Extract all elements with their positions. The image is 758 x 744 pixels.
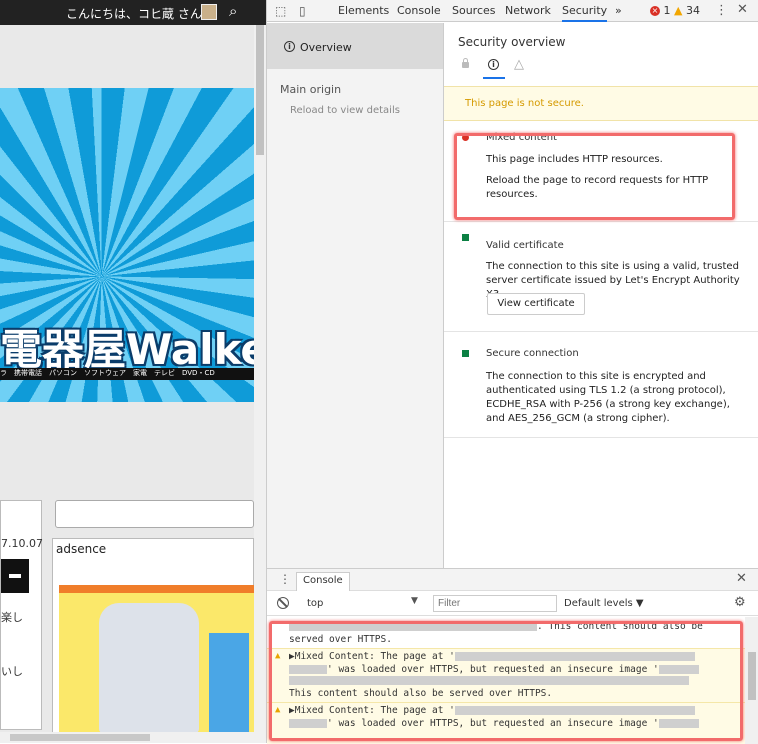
context-select[interactable]: top — [307, 598, 323, 609]
security-overview-panel: Security overview i △ This page is not s… — [444, 23, 758, 568]
tab-network[interactable]: Network — [505, 4, 551, 17]
secure-square-icon — [462, 234, 469, 241]
info-icon: i — [284, 41, 295, 52]
banner-categories: ラ 携帯電話 パソコン ソフトウェア 家電 テレビ DVD・CD — [0, 369, 215, 377]
site-search-input[interactable] — [55, 500, 254, 528]
close-icon[interactable]: ✕ — [737, 2, 748, 17]
post-date: 7.10.07 — [1, 537, 43, 550]
tab-elements[interactable]: Elements — [338, 4, 389, 17]
ad-image[interactable] — [59, 585, 255, 743]
log-levels-select[interactable]: Default levels ▼ — [564, 598, 644, 609]
connection-body: The connection to this site is encrypted… — [486, 371, 730, 424]
post-card[interactable]: 7.10.07 楽し いし — [0, 500, 43, 730]
drawer-menu-icon[interactable]: ⋮ — [279, 572, 291, 586]
tab-console[interactable]: Console — [397, 4, 441, 17]
tab-console-drawer[interactable]: Console — [296, 572, 350, 591]
secure-square-icon — [462, 350, 469, 357]
more-tabs-icon[interactable]: » — [615, 4, 622, 17]
sidebar-item-overview[interactable]: i Overview — [267, 23, 443, 69]
avatar[interactable] — [201, 4, 217, 20]
not-secure-banner: This page is not secure. — [444, 86, 758, 121]
inspect-icon[interactable]: ⬚ — [275, 4, 286, 18]
not-secure-text: This page is not secure. — [465, 98, 584, 109]
info-icon: i — [488, 59, 499, 70]
certificate-title: Valid certificate — [486, 240, 564, 251]
post-text: 楽し — [1, 611, 23, 624]
post-thumb — [1, 559, 29, 593]
issue-counter[interactable]: × 1 ▲ 34 — [650, 4, 700, 17]
post-text: いし — [1, 665, 23, 678]
security-state-icons: i △ — [458, 57, 558, 79]
console-filter-input[interactable] — [433, 595, 557, 612]
annotation-box — [269, 621, 743, 741]
devtools: ⬚ ▯ Elements Console Sources Network Sec… — [266, 0, 758, 744]
console-toolbar: top ▼ Default levels ▼ ⚙ — [267, 592, 758, 616]
view-certificate-button[interactable]: View certificate — [487, 293, 585, 315]
console-drawer: ⋮ Console ✕ top ▼ Default levels ▼ ⚙ . T… — [267, 568, 758, 744]
devtools-tabbar: ⬚ ▯ Elements Console Sources Network Sec… — [267, 0, 758, 22]
device-toolbar-icon[interactable]: ▯ — [299, 4, 306, 18]
site-banner[interactable]: 電器屋Walke ラ 携帯電話 パソコン ソフトウェア 家電 テレビ DVD・C… — [0, 88, 254, 402]
main-origin-heading: Main origin — [280, 83, 342, 96]
menu-icon[interactable]: ⋮ — [715, 3, 728, 18]
web-page: こんにちは、コヒ蔵 さん ⌕ 電器屋Walke ラ 携帯電話 パソコン ソフトウ… — [0, 0, 266, 743]
tab-security[interactable]: Security — [562, 4, 608, 22]
greeting: こんにちは、コヒ蔵 さん — [66, 7, 202, 21]
site-header: こんにちは、コヒ蔵 さん ⌕ — [0, 0, 266, 25]
close-drawer-icon[interactable]: ✕ — [736, 571, 747, 586]
security-sidebar: i Overview Main origin Reload to view de… — [267, 23, 444, 568]
chevron-down-icon[interactable]: ▼ — [411, 596, 418, 606]
error-count: 1 — [663, 4, 671, 17]
gear-icon[interactable]: ⚙ — [734, 595, 746, 610]
page-scrollbar[interactable] — [254, 25, 266, 743]
page-title: Security overview — [458, 35, 566, 49]
search-icon[interactable]: ⌕ — [229, 2, 237, 20]
ads-widget: adsence — [52, 538, 255, 743]
warning-count: 34 — [685, 4, 700, 17]
error-icon: × — [650, 6, 660, 16]
sidebar-item-label: Overview — [300, 41, 352, 54]
clear-console-icon[interactable] — [277, 597, 289, 609]
page-h-scrollbar[interactable] — [0, 732, 266, 743]
connection-section: Secure connection The connection to this… — [444, 332, 758, 438]
warning-icon: ▲ — [674, 4, 683, 17]
warning-icon: △ — [514, 57, 524, 72]
ads-label: adsence — [56, 542, 107, 556]
reload-hint: Reload to view details — [290, 105, 400, 116]
annotation-box — [454, 133, 735, 220]
tab-sources[interactable]: Sources — [452, 4, 496, 17]
drawer-header: ⋮ Console ✕ — [267, 569, 758, 591]
lock-icon — [462, 58, 469, 68]
connection-title: Secure connection — [486, 348, 579, 359]
certificate-section: Valid certificate The connection to this… — [444, 222, 758, 332]
console-scrollbar[interactable] — [745, 617, 758, 744]
